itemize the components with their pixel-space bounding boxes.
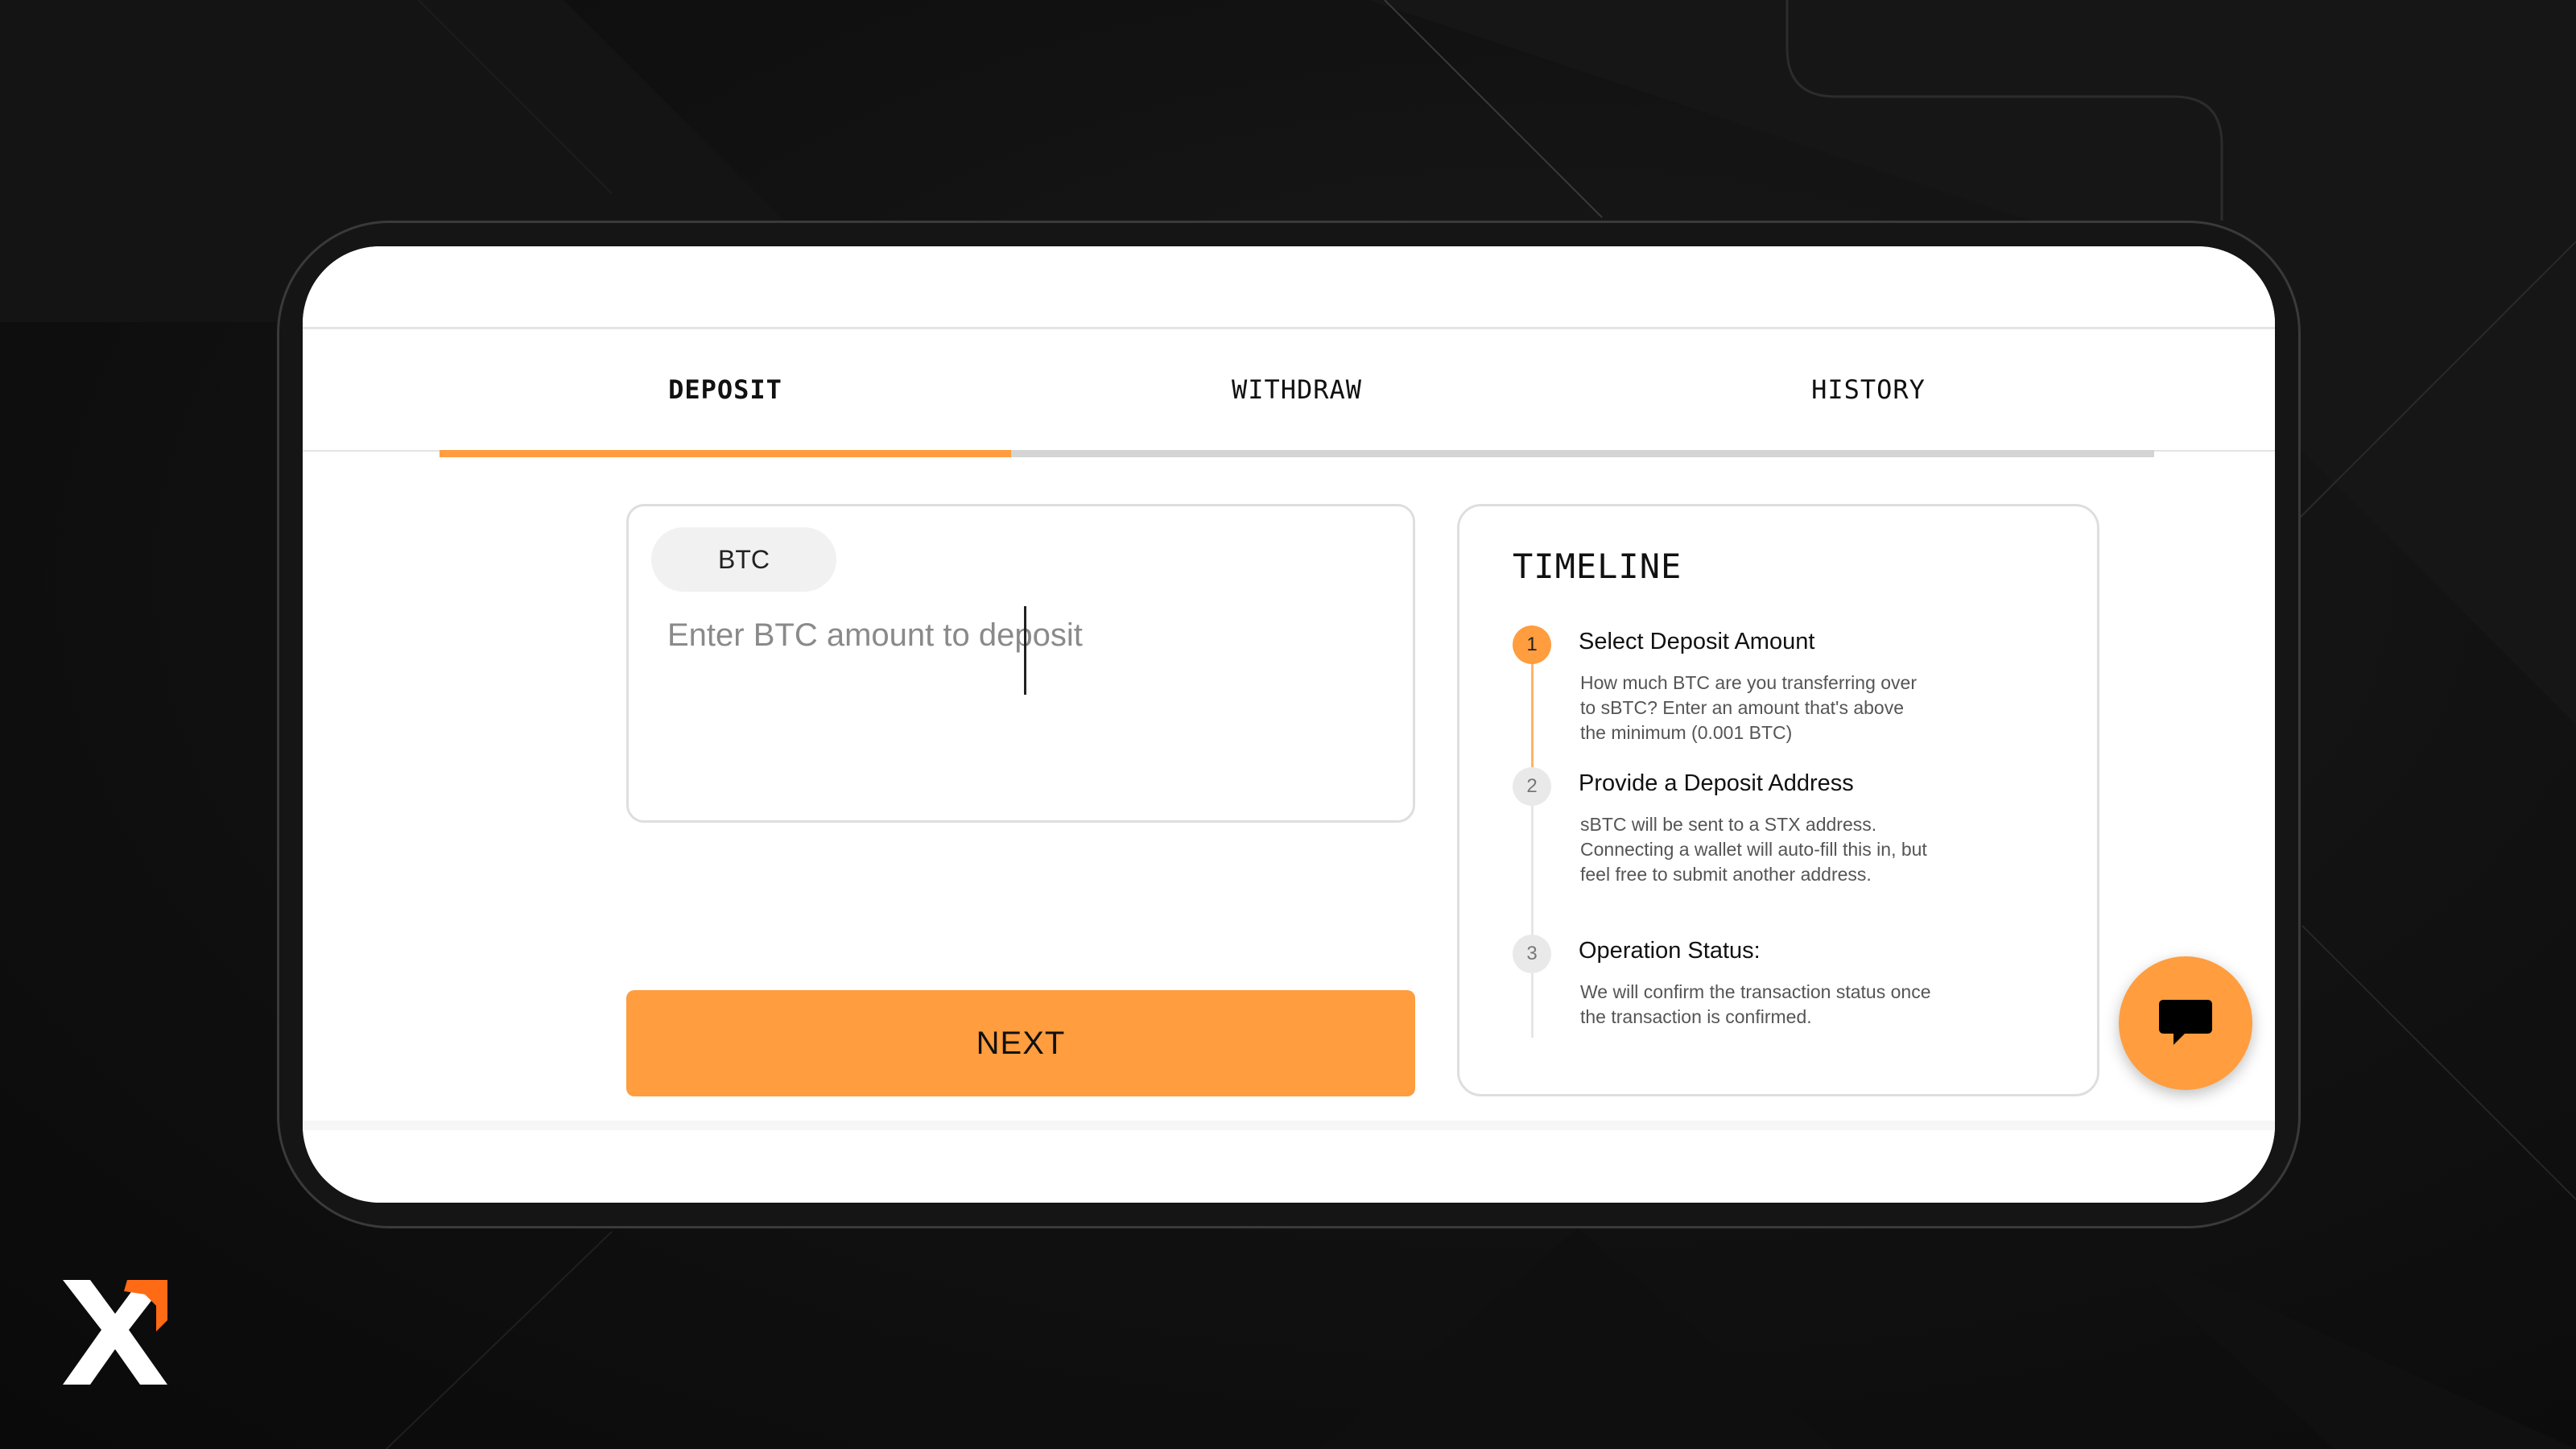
timeline-title: TIMELINE bbox=[1513, 547, 1682, 586]
step-description: sBTC will be sent to a STX address. Conn… bbox=[1580, 814, 1927, 885]
step-connector bbox=[1531, 806, 1534, 935]
currency-selector[interactable]: BTC bbox=[651, 527, 836, 592]
step-title: Select Deposit Amount bbox=[1579, 629, 1815, 654]
timeline-card: TIMELINE 1 Select Deposit Amount How muc… bbox=[1457, 504, 2099, 1096]
step-connector bbox=[1531, 664, 1534, 767]
step-title: Provide a Deposit Address bbox=[1579, 770, 1854, 796]
brand-logo-icon bbox=[63, 1280, 167, 1385]
step-number-badge: 3 bbox=[1513, 935, 1551, 973]
step-title: Operation Status: bbox=[1579, 938, 1761, 964]
chat-bubble-icon bbox=[2159, 1000, 2212, 1045]
deposit-amount-card: BTC bbox=[626, 504, 1415, 823]
chat-button[interactable] bbox=[2119, 956, 2252, 1090]
step-description: We will confirm the transaction status o… bbox=[1580, 981, 1931, 1027]
text-caret bbox=[1024, 606, 1026, 695]
stage: DEPOSIT WITHDRAW HISTORY BTC NEXT TIMELI… bbox=[0, 0, 2576, 1449]
step-description: How much BTC are you transferring over t… bbox=[1580, 672, 1917, 743]
app-screen: DEPOSIT WITHDRAW HISTORY BTC NEXT TIMELI… bbox=[303, 246, 2275, 1203]
next-button[interactable]: NEXT bbox=[626, 990, 1415, 1096]
step-connector bbox=[1531, 973, 1534, 1038]
step-number-badge: 1 bbox=[1513, 625, 1551, 664]
step-number-badge: 2 bbox=[1513, 767, 1551, 806]
top-bar bbox=[303, 246, 2275, 329]
footer-bar bbox=[303, 1121, 2275, 1203]
tab-active-indicator bbox=[440, 450, 1011, 457]
tab-history[interactable]: HISTORY bbox=[1583, 329, 2154, 450]
tab-withdraw[interactable]: WITHDRAW bbox=[1011, 329, 1583, 450]
deposit-amount-input[interactable] bbox=[667, 603, 1376, 667]
tab-deposit[interactable]: DEPOSIT bbox=[440, 329, 1011, 450]
tab-bar: DEPOSIT WITHDRAW HISTORY bbox=[303, 329, 2275, 452]
